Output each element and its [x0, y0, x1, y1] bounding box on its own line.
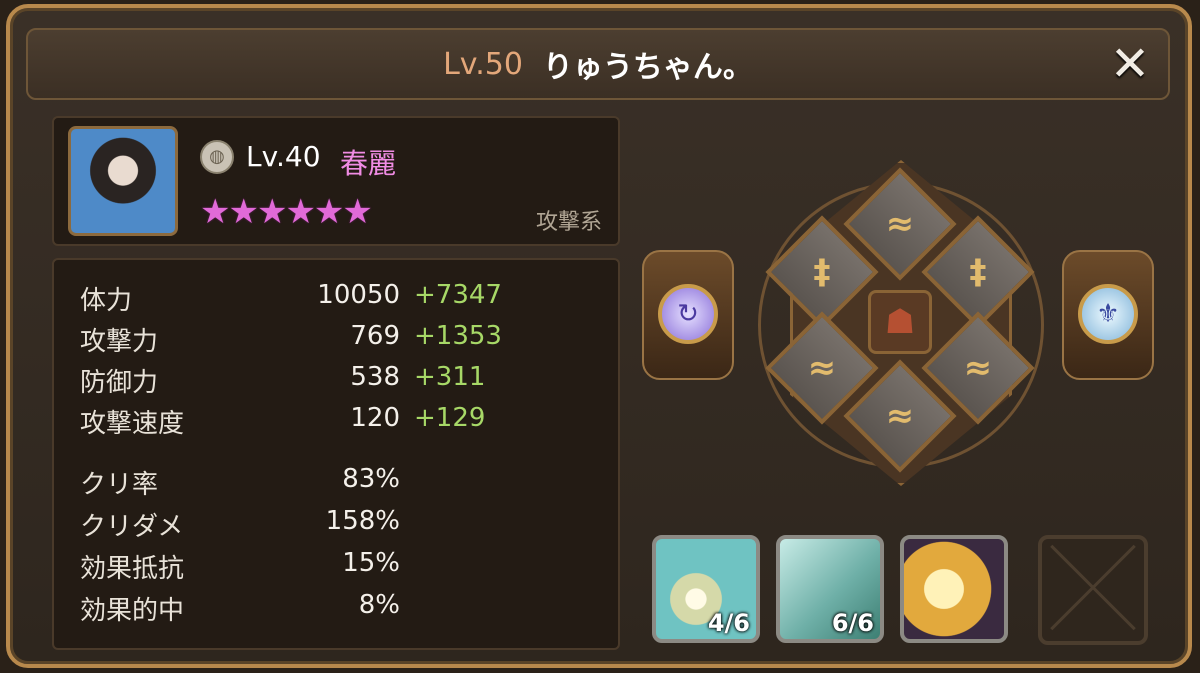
rune-icon: ≈ [807, 348, 837, 388]
rune-icon: ‡ [969, 252, 987, 292]
stat-row-hp: 体力 10050 +7347 [80, 280, 600, 316]
rune-icon: ≈ [963, 348, 993, 388]
rune-center-emblem-icon: ☗ [868, 290, 932, 354]
stat-bonus: +129 [414, 403, 486, 433]
monster-level: Lv.40 [246, 140, 321, 173]
stat-label: 攻撃速度 [80, 409, 185, 439]
monster-name: 春麗 [340, 147, 397, 180]
stat-label: 効果抵抗 [80, 554, 185, 584]
stat-row-attack: 攻撃力 769 +1353 [80, 321, 600, 357]
stat-value: 8% [358, 590, 400, 620]
rune-icon: ≈ [885, 396, 915, 436]
player-name: りゅうちゃん。 [542, 50, 753, 85]
artifact-right-icon: ⚜ [1078, 284, 1138, 344]
artifact-slot-right[interactable]: ⚜ [1062, 250, 1154, 380]
stat-row-speed: 攻撃速度 120 +129 [80, 403, 600, 439]
empty-skill-slot [1038, 535, 1148, 645]
skill-level: 6/6 [831, 609, 874, 637]
stat-value: 15% [342, 548, 400, 578]
stat-value: 83% [342, 464, 400, 494]
skill-2-button[interactable]: 6/6 [776, 535, 884, 643]
stat-label: 効果的中 [80, 596, 185, 626]
stats-panel: 体力 10050 +7347 攻撃力 769 +1353 防御力 538 +31… [52, 258, 620, 650]
player-level: Lv.50 [443, 46, 523, 82]
star-rating: ★★★★★★ [200, 192, 373, 232]
skill-3-button[interactable] [900, 535, 1008, 643]
stat-label: クリ率 [80, 470, 159, 500]
stat-value: 10050 [317, 280, 400, 310]
artifact-slot-left[interactable]: ↻ [642, 250, 734, 380]
wind-element-icon: ◍ [200, 140, 234, 174]
artifact-left-icon: ↻ [658, 284, 718, 344]
stat-row-accuracy: 効果的中 8% [80, 590, 600, 626]
stat-value: 538 [350, 362, 400, 392]
monster-type: 攻撃系 [535, 210, 602, 235]
stat-row-defense: 防御力 538 +311 [80, 362, 600, 398]
stat-label: クリダメ [80, 512, 184, 542]
stat-bonus: +7347 [414, 280, 502, 310]
stat-value: 769 [350, 321, 400, 351]
rune-icon: ≈ [885, 204, 915, 244]
stat-bonus: +1353 [414, 321, 502, 351]
stat-row-crit-rate: クリ率 83% [80, 464, 600, 500]
monster-info-panel: ◍ Lv.40 春麗 ★★★★★★ 攻撃系 [52, 116, 620, 246]
stat-value: 158% [325, 506, 400, 536]
stat-bonus: +311 [414, 362, 486, 392]
rune-display: ↻ ⚜ ≈ ‡ ‡ ≈ ≈ ≈ ☗ [640, 140, 1180, 500]
stat-label: 攻撃力 [80, 327, 159, 357]
monster-portrait [68, 126, 178, 236]
close-button[interactable]: ✕ [1106, 40, 1154, 88]
stat-row-resistance: 効果抵抗 15% [80, 548, 600, 584]
skill-1-button[interactable]: 4/6 [652, 535, 760, 643]
stat-row-crit-damage: クリダメ 158% [80, 506, 600, 542]
title-bar: Lv.50 りゅうちゃん。 ✕ [26, 28, 1170, 100]
rune-icon: ‡ [813, 252, 831, 292]
stat-label: 防御力 [80, 368, 159, 398]
skill-level: 4/6 [707, 609, 750, 637]
stat-value: 120 [350, 403, 400, 433]
stat-label: 体力 [80, 286, 133, 316]
